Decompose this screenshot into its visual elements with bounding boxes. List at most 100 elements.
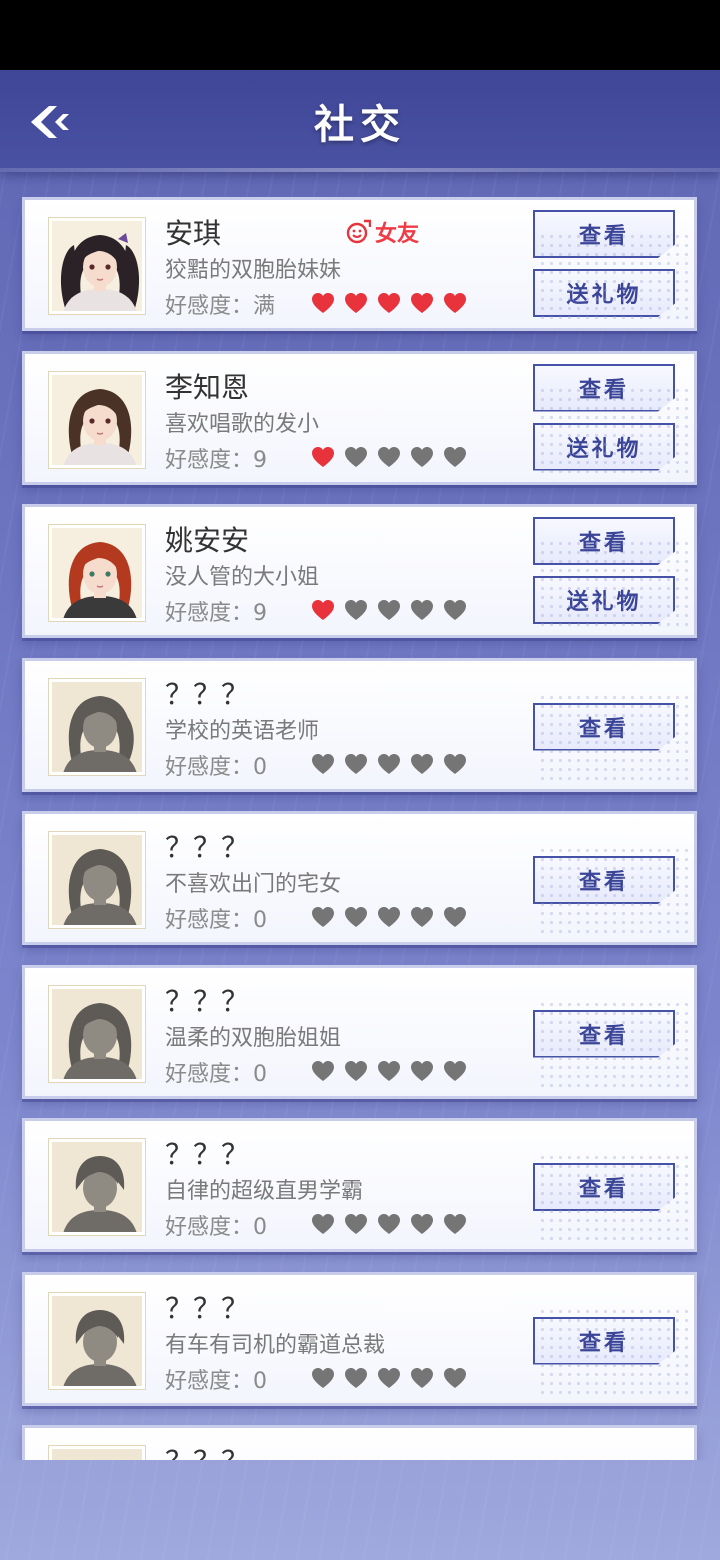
character-description: 自律的超级直男学霸	[165, 1179, 364, 1204]
smiley-heart-icon	[346, 219, 371, 244]
heart-empty-icon	[377, 1213, 401, 1235]
character-description: 温柔的双胞胎姐姐	[165, 1025, 342, 1051]
character-description: 狡黠的双胞胎妹妹	[165, 258, 342, 283]
heart-empty-icon	[443, 906, 467, 928]
view-button[interactable]: 查看	[533, 1163, 675, 1211]
character-name: ？？？	[165, 1138, 250, 1171]
heart-empty-icon	[410, 1213, 434, 1235]
affinity-hearts	[311, 292, 467, 314]
character-avatar	[49, 832, 145, 928]
heart-filled-icon	[344, 292, 368, 314]
heart-empty-icon	[377, 446, 401, 468]
character-name: 姚安安	[165, 524, 250, 557]
heart-empty-icon	[377, 1367, 401, 1389]
header-bar: 社交	[0, 70, 720, 172]
character-name: ？？？	[165, 831, 250, 864]
heart-empty-icon	[443, 599, 467, 621]
view-button[interactable]: 查看	[533, 1009, 675, 1058]
affinity-hearts	[311, 599, 467, 621]
relation-label: 女友	[375, 222, 420, 247]
send-gift-button[interactable]: 送礼物	[533, 422, 675, 471]
character-card: ？？？ 有车有司机的霸道总裁 好感度：0 查看	[22, 1271, 697, 1406]
affinity-label: 好感度：0	[165, 754, 267, 780]
view-button[interactable]: 查看	[533, 1316, 675, 1365]
affinity-label: 好感度：0	[165, 1368, 267, 1394]
heart-empty-icon	[377, 1060, 401, 1082]
affinity-hearts	[311, 1060, 467, 1082]
heart-empty-icon	[344, 753, 368, 775]
heart-empty-icon	[410, 1060, 434, 1082]
heart-empty-icon	[410, 906, 434, 928]
affinity-hearts	[311, 753, 467, 775]
heart-filled-icon	[410, 292, 434, 314]
affinity-hearts	[311, 1367, 467, 1389]
character-card: 李知恩 喜欢唱歌的发小 好感度：9 查看 送礼物	[22, 350, 697, 485]
heart-empty-icon	[443, 753, 467, 775]
character-name: 安琪	[165, 217, 222, 250]
view-button[interactable]: 查看	[533, 517, 675, 565]
character-description: 有车有司机的霸道总裁	[165, 1332, 386, 1358]
heart-empty-icon	[410, 599, 434, 621]
view-button[interactable]: 查看	[533, 702, 675, 751]
character-card: 姚安安没人管的大小姐 好感度：9 查看送礼物	[22, 504, 697, 638]
character-avatar	[49, 1139, 145, 1235]
character-description: 不喜欢出门的宅女	[165, 872, 342, 897]
character-card: ？？？	[22, 1425, 697, 1460]
heart-empty-icon	[410, 753, 434, 775]
view-button[interactable]: 查看	[533, 363, 675, 412]
character-avatar	[49, 678, 145, 775]
character-avatar	[49, 525, 145, 621]
affinity-label: 好感度：0	[165, 908, 267, 933]
heart-empty-icon	[311, 1060, 335, 1082]
heart-empty-icon	[311, 906, 335, 928]
relation-badge: 女友	[345, 216, 419, 248]
heart-empty-icon	[443, 446, 467, 468]
character-card: ？？？ 自律的超级直男学霸 好感度：0 查看	[22, 1118, 697, 1252]
heart-empty-icon	[443, 1060, 467, 1082]
heart-filled-icon	[311, 292, 335, 314]
character-avatar	[49, 218, 145, 314]
heart-empty-icon	[311, 753, 335, 775]
character-description: 没人管的大小姐	[165, 565, 320, 590]
view-button[interactable]: 查看	[533, 856, 675, 904]
social-screen: 社交 安琪 女友 狡黠的双胞胎妹妹 好感度：满 查看 送礼物 李知恩 喜欢唱歌的发小 好感度：…	[0, 70, 720, 1560]
character-avatar	[49, 985, 145, 1082]
character-name: 李知恩	[165, 370, 250, 404]
character-name: ？？？	[165, 1440, 249, 1460]
heart-empty-icon	[344, 1060, 368, 1082]
view-button[interactable]: 查看	[533, 210, 675, 258]
character-description: 学校的英语老师	[165, 718, 320, 744]
heart-empty-icon	[377, 906, 401, 928]
heart-empty-icon	[344, 599, 368, 621]
affinity-hearts	[311, 906, 467, 928]
heart-empty-icon	[311, 1213, 335, 1235]
affinity-label: 好感度：0	[165, 1215, 267, 1240]
heart-filled-icon	[311, 599, 335, 621]
heart-filled-icon	[311, 446, 335, 468]
heart-empty-icon	[344, 1367, 368, 1389]
heart-empty-icon	[344, 906, 368, 928]
character-avatar	[49, 371, 145, 468]
affinity-hearts	[311, 1213, 467, 1235]
character-name: ？？？	[165, 677, 250, 711]
affinity-label: 好感度：9	[165, 601, 267, 626]
character-list[interactable]: 安琪 女友 狡黠的双胞胎妹妹 好感度：满 查看 送礼物 李知恩 喜欢唱歌的发小 好感度：9 查看…	[0, 197, 720, 1460]
send-gift-button[interactable]: 送礼物	[533, 576, 675, 624]
heart-empty-icon	[377, 753, 401, 775]
character-name: ？？？	[165, 984, 250, 1018]
page-title: 社交	[314, 102, 406, 148]
heart-empty-icon	[443, 1213, 467, 1235]
heart-filled-icon	[377, 292, 401, 314]
heart-filled-icon	[443, 292, 467, 314]
send-gift-button[interactable]: 送礼物	[533, 269, 675, 317]
affinity-label: 好感度：满	[165, 294, 276, 319]
character-name: ？？？	[165, 1291, 250, 1325]
heart-empty-icon	[344, 1213, 368, 1235]
affinity-label: 好感度：0	[165, 1061, 267, 1087]
heart-empty-icon	[410, 1367, 434, 1389]
heart-empty-icon	[410, 446, 434, 468]
heart-empty-icon	[443, 1367, 467, 1389]
affinity-hearts	[311, 446, 467, 468]
character-card: 安琪 女友狡黠的双胞胎妹妹 好感度：满 查看送礼物	[22, 197, 697, 331]
character-card: ？？？ 温柔的双胞胎姐姐 好感度：0 查看	[22, 964, 697, 1099]
